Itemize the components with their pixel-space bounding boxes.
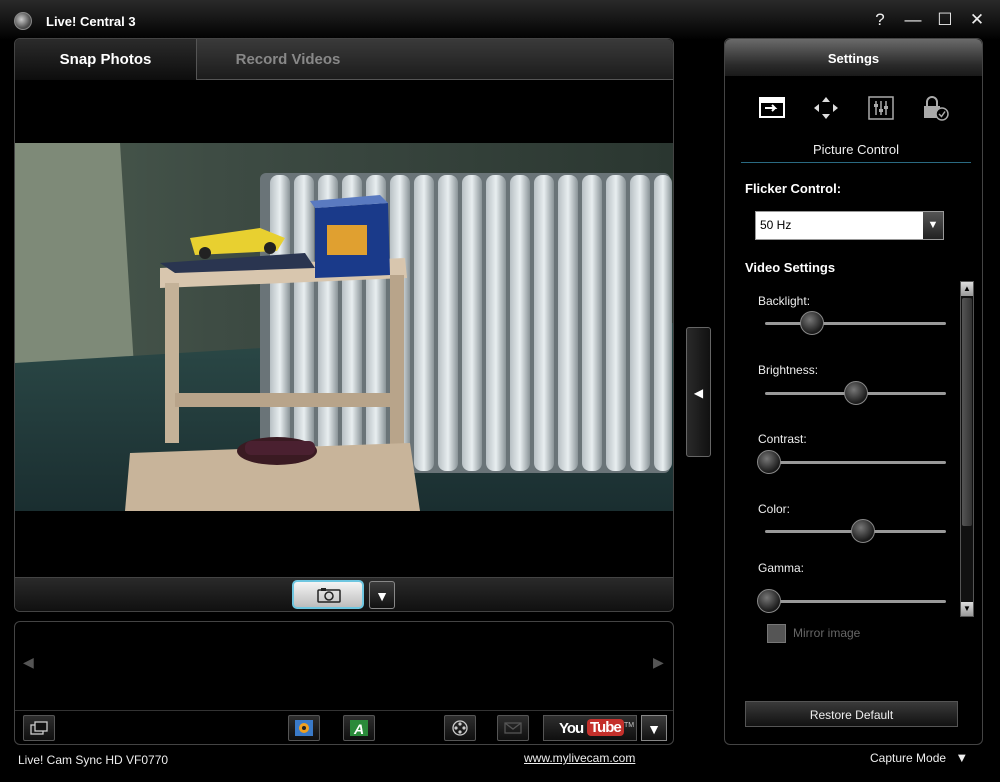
app-logo-icon [14,12,32,30]
camera-icon [317,588,341,603]
settings-panel: Settings Picture Control Flicker Control… [724,38,983,745]
mail-icon [504,722,522,734]
maximize-button[interactable]: ☐ [933,10,957,30]
equalizer-icon [868,96,894,120]
app-title: Live! Central 3 [46,14,136,29]
website-link[interactable]: www.mylivecam.com [524,751,635,765]
color-label: Color: [758,502,791,516]
open-window-button[interactable] [23,715,55,741]
scroll-up-button[interactable]: ▲ [961,282,973,296]
backlight-slider-thumb[interactable] [800,311,825,335]
snap-options-dropdown[interactable]: ▼ [369,581,395,609]
youtube-logo-you: You [559,720,584,737]
picture-control-icon [759,97,785,118]
privacy-tab[interactable] [921,95,949,121]
svg-text:A: A [353,721,364,737]
flicker-control-select[interactable]: 50 Hz ▼ [755,211,944,240]
brightness-label: Brightness: [758,363,819,377]
title-bar: Live! Central 3 ? — ☐ ✕ [0,0,1000,40]
scrollbar-thumb[interactable] [962,298,972,526]
snap-photo-button[interactable] [292,580,364,609]
picture-control-title: Picture Control [741,142,971,163]
capture-panel: Snap Photos Record Videos ▼ [14,38,674,612]
gamma-slider-thumb[interactable] [756,589,781,613]
picture-control-tab[interactable] [758,95,786,121]
gamma-label: Gamma: [758,561,805,575]
gallery-next-arrow[interactable]: ▶ [653,654,664,671]
collapse-settings-button[interactable]: ◀ [686,327,711,457]
camera-preview [15,143,673,511]
settings-scrollbar[interactable]: ▲ ▼ [960,281,974,617]
brightness-slider-thumb[interactable] [843,381,868,405]
film-reel-icon [452,720,468,736]
scroll-down-button[interactable]: ▼ [961,602,973,616]
help-button[interactable]: ? [868,10,892,30]
photo-app-icon [295,720,313,736]
brightness-slider[interactable] [765,381,946,405]
gamma-slider[interactable] [756,589,946,613]
video-app-button[interactable] [444,715,476,741]
settings-header: Settings [725,39,982,76]
move-icon [814,97,838,119]
contrast-label: Contrast: [758,432,807,446]
gallery-toolbar: A You Tube TM ▼ [15,710,673,745]
contrast-slider[interactable] [756,450,946,474]
chevron-down-icon: ▼ [923,212,943,239]
email-button[interactable] [497,715,529,741]
gallery-prev-arrow[interactable]: ◀ [23,654,34,671]
flicker-control-label: Flicker Control: [745,181,842,196]
backlight-slider[interactable] [765,311,946,335]
mode-tabs: Snap Photos Record Videos [15,39,673,80]
mirror-image-label: Mirror image [793,626,861,640]
device-name: Live! Cam Sync HD VF0770 [18,753,169,767]
status-bar: Live! Cam Sync HD VF0770 www.mylivecam.c… [0,748,1000,782]
chevron-down-icon: ▼ [955,750,969,765]
color-slider[interactable] [765,519,946,543]
share-options-dropdown[interactable]: ▼ [641,715,667,741]
mirror-image-checkbox[interactable] [767,624,786,643]
snap-controls: ▼ [15,577,673,611]
tab-record-videos[interactable]: Record Videos [198,39,378,80]
font-app-button[interactable]: A [343,715,375,741]
audio-settings-tab[interactable] [867,95,895,121]
minimize-button[interactable]: — [901,10,925,30]
lock-icon [924,96,949,121]
media-gallery: ◀ ▶ A You Tube TM ▼ [14,621,674,745]
camera-feed-image [15,143,673,511]
video-settings-label: Video Settings [745,260,836,275]
color-slider-thumb[interactable] [850,519,875,543]
photo-app-button[interactable] [288,715,320,741]
font-app-icon: A [350,720,368,737]
youtube-trademark: TM [624,722,635,729]
capture-mode-label: Capture Mode [870,751,947,765]
restore-default-button[interactable]: Restore Default [745,701,958,727]
capture-mode-menu[interactable]: Capture Mode ▼ [870,750,968,765]
flicker-control-value: 50 Hz [760,218,792,232]
youtube-logo-tube: Tube [587,719,624,736]
window-icon [30,721,48,735]
contrast-slider-thumb[interactable] [756,450,781,474]
close-button[interactable]: ✕ [965,10,989,30]
youtube-upload-button[interactable]: You Tube TM [543,715,637,741]
tab-snap-photos[interactable]: Snap Photos [15,39,197,80]
pan-tilt-tab[interactable] [812,95,840,121]
backlight-label: Backlight: [758,294,811,308]
